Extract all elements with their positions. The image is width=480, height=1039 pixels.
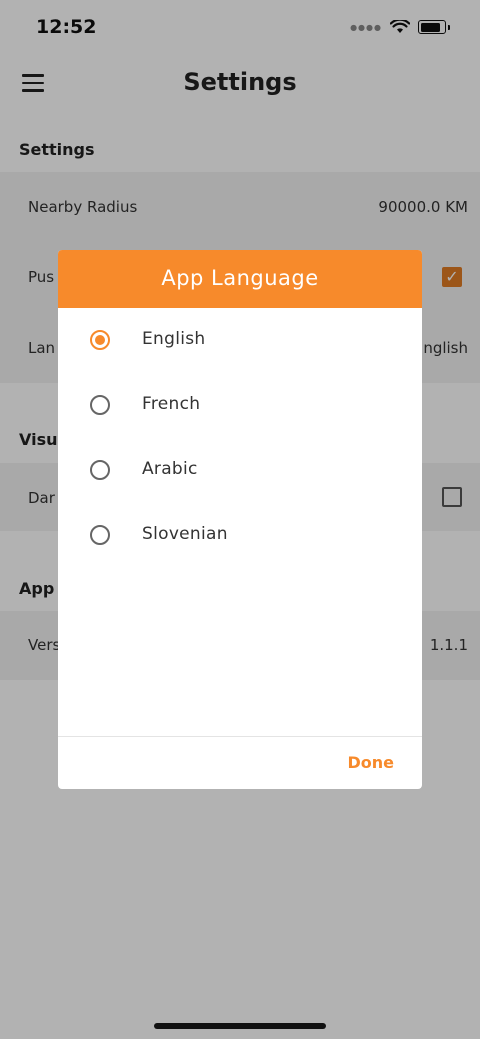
language-option-arabic[interactable]: Arabic <box>58 445 422 495</box>
done-button[interactable]: Done <box>347 753 394 772</box>
dialog-header: App Language <box>58 250 422 308</box>
language-option-label: Arabic <box>142 459 198 479</box>
radio-unselected-icon[interactable] <box>90 525 110 545</box>
radio-unselected-icon[interactable] <box>90 460 110 480</box>
radio-unselected-icon[interactable] <box>90 395 110 415</box>
dialog-title: App Language <box>161 266 319 290</box>
language-option-slovenian[interactable]: Slovenian <box>58 510 422 560</box>
app-language-dialog: App Language English French Arabic Slove… <box>58 250 422 789</box>
home-indicator[interactable] <box>154 1023 326 1029</box>
radio-selected-icon[interactable] <box>90 330 110 350</box>
dialog-divider <box>58 736 422 737</box>
language-option-english[interactable]: English <box>58 315 422 365</box>
language-option-label: English <box>142 329 206 349</box>
language-option-label: French <box>142 394 201 414</box>
language-option-french[interactable]: French <box>58 380 422 430</box>
language-option-label: Slovenian <box>142 524 228 544</box>
